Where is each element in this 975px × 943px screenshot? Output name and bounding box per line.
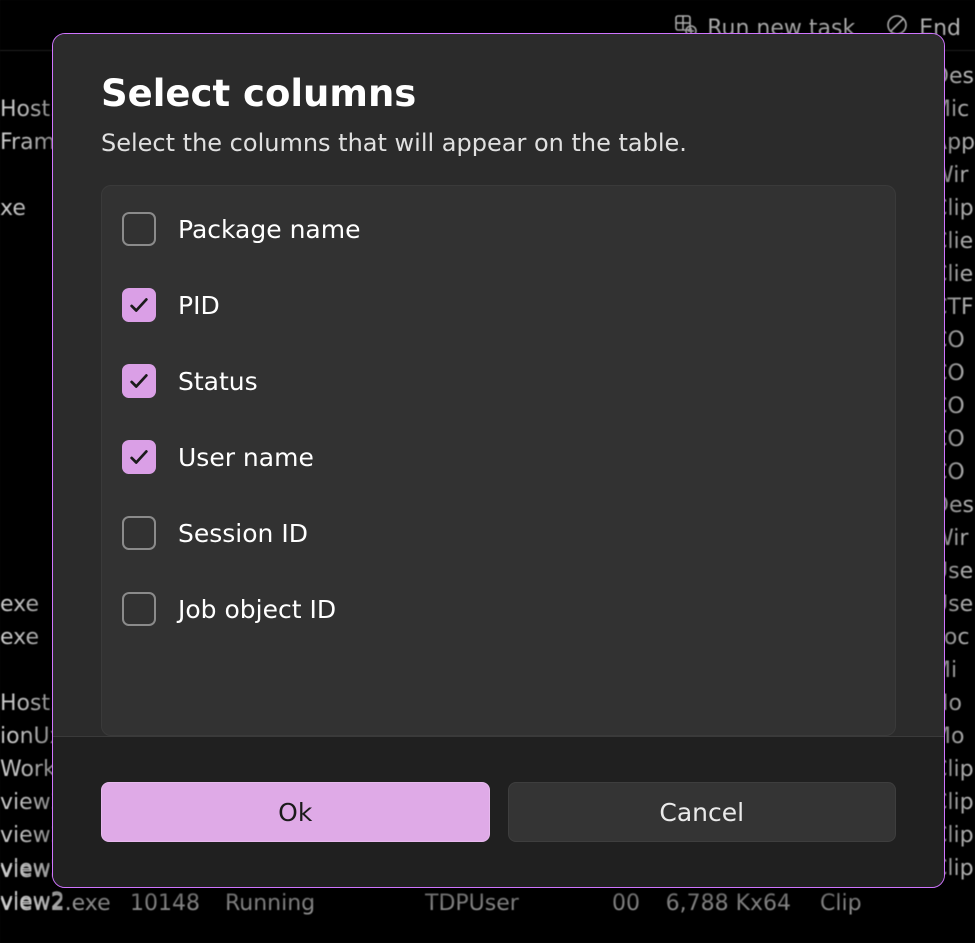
checkbox-unchecked-icon[interactable] — [122, 212, 156, 246]
cell-status: Running — [225, 891, 425, 916]
cell-arch: x64 — [750, 891, 820, 916]
column-option-job-object-id[interactable]: Job object ID — [122, 592, 875, 626]
checkbox-checked-icon[interactable] — [122, 364, 156, 398]
column-option-package-name[interactable]: Package name — [122, 212, 875, 246]
bg-text: exe — [0, 588, 39, 621]
cell-user: TDPUser — [425, 891, 580, 916]
table-row: view2.exe10148RunningTDPUser006,788 Kx64… — [0, 891, 975, 916]
column-option-label: Package name — [178, 215, 360, 244]
dialog-title: Select columns — [101, 72, 896, 115]
column-option-label: User name — [178, 443, 314, 472]
cell-mem: 6,788 K — [640, 891, 750, 916]
column-option-pid[interactable]: PID — [122, 288, 875, 322]
cell-name: view2.exe — [0, 891, 130, 916]
bg-text: xe — [0, 192, 26, 225]
dialog-subtitle: Select the columns that will appear on t… — [101, 129, 896, 157]
column-option-user-name[interactable]: User name — [122, 440, 875, 474]
column-option-status[interactable]: Status — [122, 364, 875, 398]
column-option-session-id[interactable]: Session ID — [122, 516, 875, 550]
dialog-footer: Ok Cancel — [53, 736, 944, 887]
checkbox-checked-icon[interactable] — [122, 288, 156, 322]
cancel-button[interactable]: Cancel — [508, 782, 897, 842]
cancel-button-label: Cancel — [659, 798, 744, 827]
cell-right: Clip — [820, 891, 975, 916]
column-option-label: Status — [178, 367, 258, 396]
column-option-label: PID — [178, 291, 220, 320]
column-option-label: Session ID — [178, 519, 308, 548]
ok-button-label: Ok — [278, 798, 312, 827]
checkbox-unchecked-icon[interactable] — [122, 516, 156, 550]
bg-text: exe — [0, 621, 39, 654]
checkbox-unchecked-icon[interactable] — [122, 592, 156, 626]
ok-button[interactable]: Ok — [101, 782, 490, 842]
select-columns-dialog: Select columns Select the columns that w… — [52, 33, 945, 888]
checkbox-checked-icon[interactable] — [122, 440, 156, 474]
columns-panel: Package name PID Status User name Session ID… — [101, 185, 896, 736]
cell-sess: 00 — [580, 891, 640, 916]
column-option-label: Job object ID — [178, 595, 336, 624]
cell-pid: 10148 — [130, 891, 225, 916]
bg-text: Work — [0, 753, 56, 786]
